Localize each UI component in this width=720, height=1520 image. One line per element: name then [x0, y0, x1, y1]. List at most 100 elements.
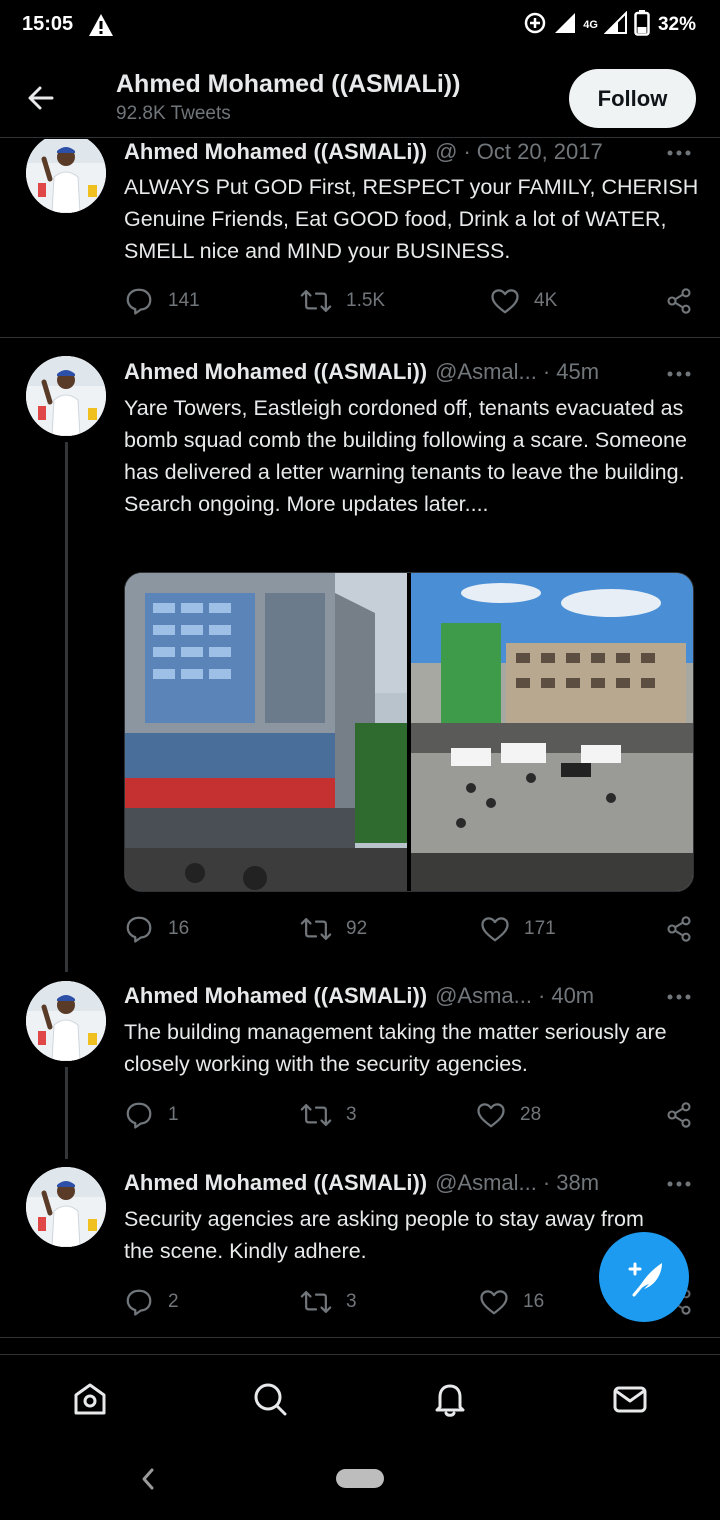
- author-handle[interactable]: @Asmal...: [435, 359, 537, 385]
- retweet-button[interactable]: 92: [300, 913, 367, 945]
- bell-icon: [435, 1384, 465, 1417]
- retweet-button[interactable]: 1.5K: [300, 285, 385, 317]
- tweet[interactable]: Ahmed Mohamed ((ASMALi)) @Asma... · 40m …: [0, 961, 720, 1159]
- tweet-time[interactable]: 40m: [551, 983, 594, 1009]
- author-name[interactable]: Ahmed Mohamed ((ASMALi)): [124, 359, 427, 385]
- tweet-time[interactable]: Oct 20, 2017: [477, 139, 603, 165]
- author-name[interactable]: Ahmed Mohamed ((ASMALi)): [124, 983, 427, 1009]
- like-count: 16: [523, 1291, 545, 1312]
- like-button[interactable]: 16: [479, 1286, 544, 1318]
- tweet-text: The building management taking the matte…: [124, 1020, 667, 1076]
- bottom-navigation: [0, 1354, 720, 1444]
- author-handle[interactable]: @Asma...: [435, 983, 532, 1009]
- heart-icon: [480, 1290, 508, 1315]
- author-handle[interactable]: @Asmal...: [435, 1170, 537, 1196]
- like-button[interactable]: 171: [480, 913, 556, 945]
- share-button[interactable]: [665, 285, 693, 317]
- media-image-building[interactable]: [125, 573, 407, 891]
- reply-button[interactable]: 16: [124, 913, 189, 945]
- author-name[interactable]: Ahmed Mohamed ((ASMALi)): [124, 1170, 427, 1196]
- separator-dot: ·: [463, 139, 471, 164]
- share-button[interactable]: [665, 1099, 693, 1131]
- tweet-text: ALWAYS Put GOD First, RESPECT your FAMIL…: [124, 175, 699, 263]
- separator-dot: ·: [542, 1170, 551, 1195]
- like-button[interactable]: 28: [476, 1099, 541, 1131]
- nav-messages[interactable]: [608, 1377, 652, 1421]
- separator-dot: ·: [538, 983, 546, 1008]
- battery-icon: [634, 9, 650, 41]
- tweet-time[interactable]: 38m: [556, 1170, 599, 1196]
- tweet-actions: 16 92 171: [124, 913, 696, 945]
- profile-header: Ahmed Mohamed ((ASMALi)) 92.8K Tweets Fo…: [0, 52, 720, 138]
- nav-notifications[interactable]: [428, 1377, 472, 1421]
- author-name[interactable]: Ahmed Mohamed ((ASMALi)): [124, 139, 427, 165]
- retweet-count: 3: [346, 1104, 357, 1125]
- status-right: 4G 32%: [523, 9, 696, 41]
- retweet-icon: [300, 1104, 332, 1126]
- system-back-button[interactable]: [136, 1464, 160, 1494]
- retweet-icon: [300, 918, 332, 940]
- like-count: 4K: [534, 290, 558, 311]
- more-dots-icon: [667, 994, 691, 1000]
- more-options-button[interactable]: [664, 1174, 694, 1194]
- tweet-header: Ahmed Mohamed ((ASMALi)) @Asma... · 40m: [124, 983, 594, 1011]
- divider: [0, 1337, 720, 1338]
- reply-button[interactable]: 1: [124, 1099, 179, 1131]
- avatar[interactable]: [26, 356, 106, 436]
- system-home-pill[interactable]: [336, 1469, 384, 1488]
- retweet-icon: [300, 290, 332, 312]
- more-options-button[interactable]: [664, 987, 694, 1007]
- tweet[interactable]: Ahmed Mohamed ((ASMALi)) @ · Oct 20, 201…: [0, 139, 720, 338]
- compose-feather-icon: [628, 1262, 662, 1297]
- tweet-header: Ahmed Mohamed ((ASMALi)) @Asmal... · 45m: [124, 359, 599, 387]
- share-button[interactable]: [665, 913, 693, 945]
- media-image-street[interactable]: [411, 573, 693, 891]
- reply-count: 16: [168, 918, 190, 939]
- share-icon: [667, 916, 691, 942]
- follow-button[interactable]: Follow: [569, 69, 696, 128]
- author-handle[interactable]: @: [435, 139, 457, 165]
- tweet-actions: 141 1.5K 4K: [124, 285, 696, 317]
- reply-icon: [126, 916, 152, 943]
- nav-home[interactable]: [68, 1377, 112, 1421]
- data-saver-icon: [523, 11, 547, 40]
- tweet-text: Security agencies are asking people to s…: [124, 1207, 644, 1263]
- retweet-button[interactable]: 3: [300, 1286, 357, 1318]
- reply-icon: [126, 288, 152, 315]
- signal-icon-2: [603, 10, 628, 40]
- retweet-count: 3: [346, 1291, 357, 1312]
- arrow-left-icon: [28, 86, 54, 110]
- like-count: 28: [520, 1104, 542, 1125]
- tweet-feed[interactable]: Ahmed Mohamed ((ASMALi)) @ · Oct 20, 201…: [0, 139, 720, 1354]
- reply-button[interactable]: 141: [124, 285, 200, 317]
- retweet-button[interactable]: 3: [300, 1099, 357, 1131]
- avatar[interactable]: [26, 981, 106, 1061]
- more-dots-icon: [667, 1181, 691, 1187]
- more-options-button[interactable]: [664, 364, 694, 384]
- tweet-time[interactable]: 45m: [556, 359, 599, 385]
- tweet-header: Ahmed Mohamed ((ASMALi)) @Asmal... · 38m: [124, 1170, 599, 1198]
- status-bar: 15:05 4G 32%: [0, 0, 720, 52]
- back-button[interactable]: [20, 78, 64, 118]
- nav-search[interactable]: [248, 1377, 292, 1421]
- retweet-count: 1.5K: [346, 290, 386, 311]
- more-options-button[interactable]: [664, 143, 694, 163]
- reply-count: 141: [168, 290, 200, 311]
- reply-button[interactable]: 2: [124, 1286, 179, 1318]
- retweet-count: 92: [346, 918, 368, 939]
- heart-icon: [491, 289, 519, 314]
- profile-name: Ahmed Mohamed ((ASMALi)): [116, 70, 461, 98]
- avatar[interactable]: [26, 139, 106, 213]
- tweet-media[interactable]: [124, 572, 694, 892]
- search-icon: [254, 1383, 287, 1416]
- like-count: 171: [524, 918, 556, 939]
- heart-icon: [477, 1103, 505, 1128]
- share-icon: [667, 1102, 691, 1128]
- avatar[interactable]: [26, 1167, 106, 1247]
- thread-line: [65, 1067, 68, 1159]
- compose-tweet-button[interactable]: [599, 1232, 689, 1322]
- chevron-left-icon: [142, 1468, 154, 1490]
- tweet[interactable]: Ahmed Mohamed ((ASMALi)) @Asmal... · 45m…: [0, 338, 720, 972]
- like-button[interactable]: 4K: [490, 285, 557, 317]
- reply-icon: [126, 1102, 152, 1129]
